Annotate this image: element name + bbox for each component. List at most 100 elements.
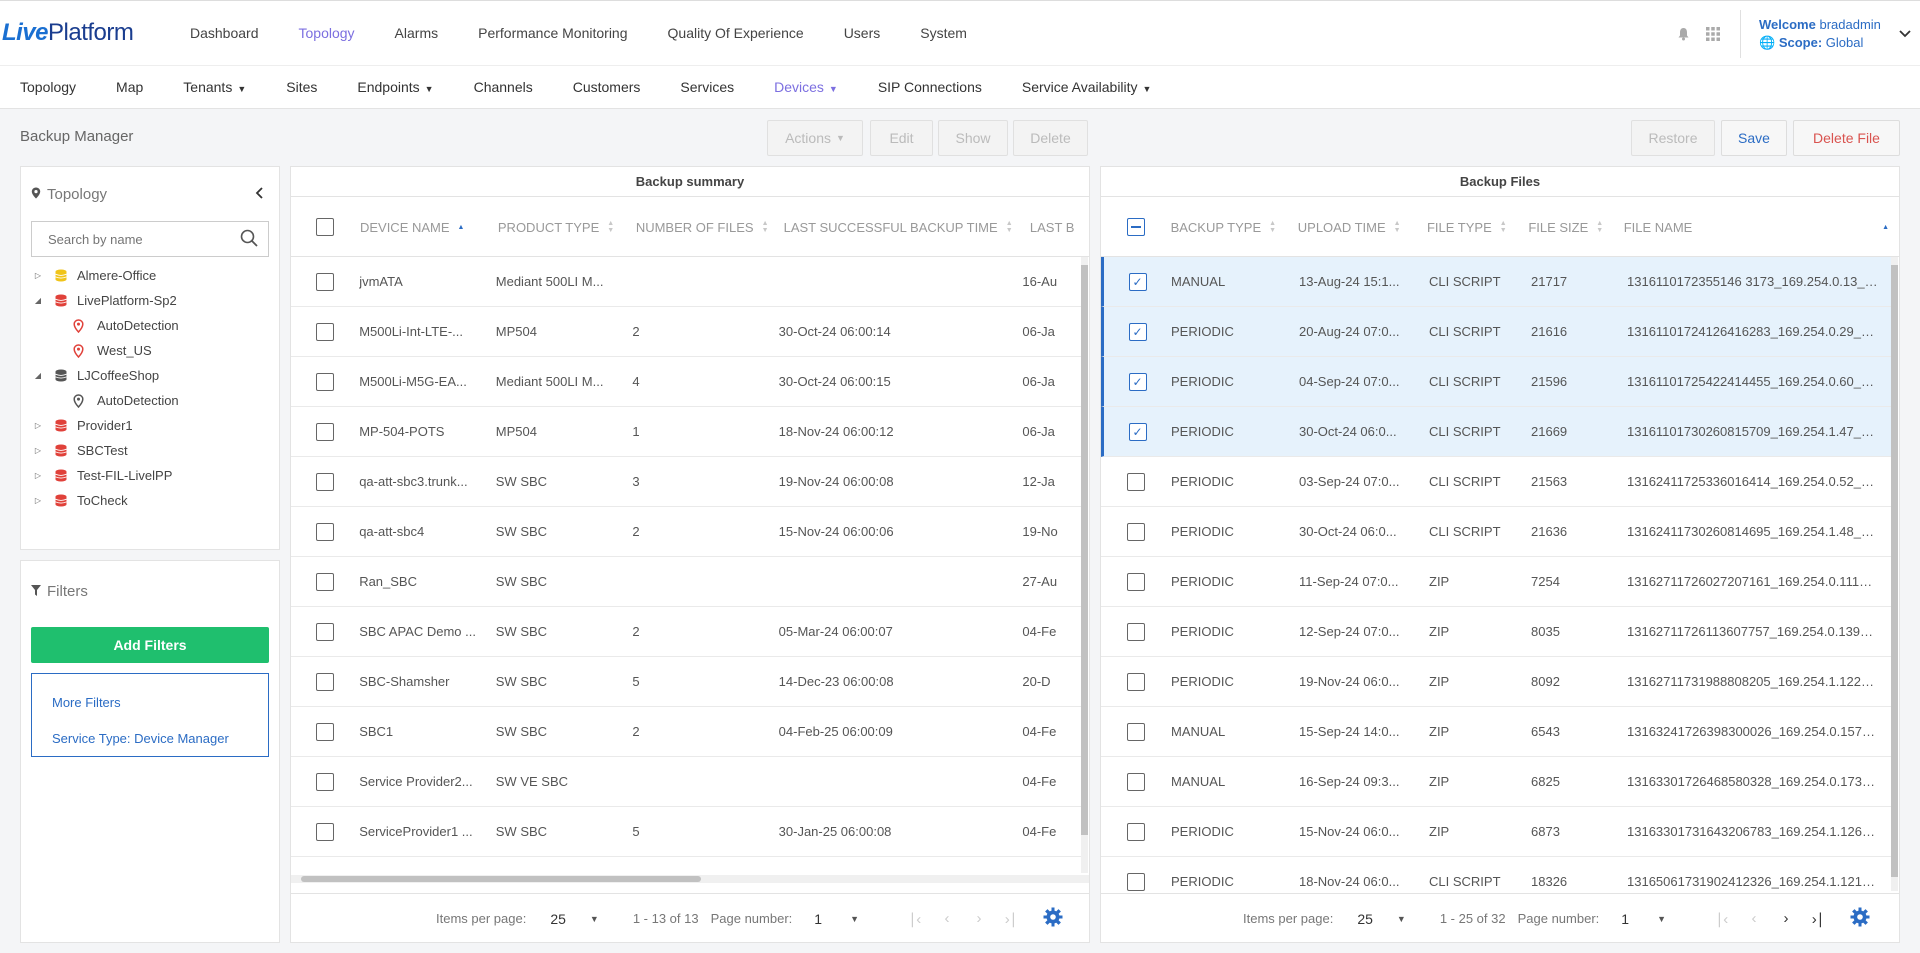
tree-item[interactable]: ▷ Almere-Office xyxy=(21,263,279,288)
collapsed-triangle-icon[interactable]: ▷ xyxy=(31,496,45,505)
nav-item-quality-of-experience[interactable]: Quality Of Experience xyxy=(648,25,824,41)
row-checkbox[interactable] xyxy=(1127,722,1145,741)
tree-item[interactable]: ▷ ToCheck xyxy=(21,488,279,513)
apps-grid-icon[interactable] xyxy=(1698,26,1728,41)
row-checkbox[interactable]: ✓ xyxy=(1128,422,1147,441)
restore-button[interactable]: Restore xyxy=(1631,120,1715,156)
topology-search-input[interactable] xyxy=(48,231,240,247)
delete-file-button[interactable]: Delete File xyxy=(1793,120,1900,156)
row-checkbox[interactable] xyxy=(316,672,335,691)
collapsed-triangle-icon[interactable]: ▷ xyxy=(31,271,45,280)
delete-button[interactable]: Delete xyxy=(1013,120,1088,156)
nav-item-performance-monitoring[interactable]: Performance Monitoring xyxy=(458,25,647,41)
items-per-page-select[interactable]: 25 ▼ xyxy=(550,911,599,927)
row-checkbox[interactable] xyxy=(1127,772,1145,791)
more-filters-link[interactable]: More Filters xyxy=(52,684,248,720)
table-row[interactable]: ServiceProvider1 ... SW SBC 5 30-Jan-25 06:… xyxy=(291,807,1081,857)
table-row[interactable]: PERIODIC 19-Nov-24 06:0... ZIP 8092 13162711… xyxy=(1101,657,1891,707)
nav-item-alarms[interactable]: Alarms xyxy=(375,25,459,41)
prev-page-icon[interactable]: ‹ xyxy=(1738,910,1770,927)
show-button[interactable]: Show xyxy=(938,120,1008,156)
row-checkbox[interactable] xyxy=(316,722,335,741)
edit-button[interactable]: Edit xyxy=(870,120,933,156)
table-row[interactable]: qa-att-sbc4 SW SBC 2 15-Nov-24 06:00:06 19-N… xyxy=(291,507,1081,557)
subnav-item-map[interactable]: Map xyxy=(96,79,163,95)
tree-item[interactable]: AutoDetection xyxy=(21,313,279,338)
nav-item-dashboard[interactable]: Dashboard xyxy=(170,25,279,41)
summary-vertical-scrollbar[interactable] xyxy=(1081,257,1088,873)
row-checkbox[interactable] xyxy=(1127,472,1145,491)
row-checkbox[interactable] xyxy=(1127,522,1145,541)
column-header[interactable]: LAST B xyxy=(1030,220,1089,235)
service-type-filter[interactable]: Service Type: Device Manager xyxy=(52,720,248,756)
row-checkbox[interactable]: ✓ xyxy=(1128,272,1147,291)
tree-item[interactable]: ◢ LJCoffeeShop xyxy=(21,363,279,388)
row-checkbox[interactable] xyxy=(316,472,335,491)
column-header[interactable]: LAST SUCCESSFUL BACKUP TIME ▲ ▼ xyxy=(784,220,1030,235)
row-checkbox[interactable] xyxy=(316,272,335,291)
nav-item-topology[interactable]: Topology xyxy=(279,25,375,41)
files-vertical-scrollbar[interactable] xyxy=(1891,257,1898,891)
sort-icon[interactable]: ▲ ▼ xyxy=(607,220,614,234)
table-row[interactable]: PERIODIC 18-Nov-24 06:0... CLI SCRIPT 18326… xyxy=(1101,857,1891,891)
add-filters-button[interactable]: Add Filters xyxy=(31,627,269,663)
row-checkbox[interactable] xyxy=(316,522,335,541)
first-page-icon[interactable]: ∣‹ xyxy=(899,910,931,928)
table-row[interactable]: PERIODIC 30-Oct-24 06:0... CLI SCRIPT 21636… xyxy=(1101,507,1891,557)
row-checkbox[interactable] xyxy=(316,422,335,441)
actions-button[interactable]: Actions ▼ xyxy=(767,120,863,156)
items-per-page-select[interactable]: 25 ▼ xyxy=(1357,911,1406,927)
row-checkbox[interactable] xyxy=(316,772,335,791)
column-header[interactable]: PRODUCT TYPE ▲ ▼ xyxy=(498,220,636,235)
table-row[interactable]: qa-att-sbc3.trunk... SW SBC 3 19-Nov-24 06:… xyxy=(291,457,1081,507)
row-checkbox[interactable] xyxy=(1127,672,1145,691)
sort-icon[interactable]: ▲ ▼ xyxy=(1500,220,1507,234)
page-number-select[interactable]: 1 ▼ xyxy=(1621,911,1666,927)
subnav-item-tenants[interactable]: Tenants ▼ xyxy=(163,79,266,95)
table-row[interactable]: SBC APAC Demo ... SW SBC 2 05-Mar-24 06:00:… xyxy=(291,607,1081,657)
collapse-chevron-icon[interactable] xyxy=(255,186,263,203)
row-checkbox[interactable] xyxy=(316,572,335,591)
page-number-select[interactable]: 1 ▼ xyxy=(814,911,859,927)
sort-icon[interactable]: ▲ ▼ xyxy=(1006,220,1013,234)
table-row[interactable]: M500Li-M5G-EA... Mediant 500LI M... 4 30-Oc… xyxy=(291,357,1081,407)
column-header[interactable]: FILE TYPE ▲ ▼ xyxy=(1427,220,1528,235)
table-row[interactable]: SBC1 SW SBC 2 04-Feb-25 06:00:09 04-Fe xyxy=(291,707,1081,757)
row-checkbox[interactable] xyxy=(1127,572,1145,591)
select-all-checkbox[interactable] xyxy=(1126,218,1145,236)
last-page-icon[interactable]: ›∣ xyxy=(1802,910,1834,928)
table-row[interactable]: ✓ MANUAL 13-Aug-24 15:1... CLI SCRIPT 21717 1… xyxy=(1101,257,1891,307)
files-vscroll-thumb[interactable] xyxy=(1891,265,1898,877)
table-row[interactable]: MP-504-POTS MP504 1 18-Nov-24 06:00:12 06-Ja xyxy=(291,407,1081,457)
sort-icon[interactable]: ▲ ▼ xyxy=(1596,220,1603,234)
nav-item-system[interactable]: System xyxy=(900,25,987,41)
nav-item-users[interactable]: Users xyxy=(824,25,901,41)
table-row[interactable]: MANUAL 16-Sep-24 09:3... ZIP 6825 1316330172… xyxy=(1101,757,1891,807)
table-row[interactable]: MANUAL 15-Sep-24 14:0... ZIP 6543 1316324172… xyxy=(1101,707,1891,757)
collapsed-triangle-icon[interactable]: ▷ xyxy=(31,421,45,430)
tree-item[interactable]: ◢ LivePlatform-Sp2 xyxy=(21,288,279,313)
sort-icon[interactable]: ▲ ▼ xyxy=(1394,220,1401,234)
column-header[interactable]: FILE SIZE ▲ ▼ xyxy=(1528,220,1623,235)
subnav-item-services[interactable]: Services xyxy=(660,79,754,95)
subnav-item-endpoints[interactable]: Endpoints ▼ xyxy=(337,79,453,95)
tree-item[interactable]: West_US xyxy=(21,338,279,363)
tree-item[interactable]: ▷ Provider1 xyxy=(21,413,279,438)
column-header[interactable]: UPLOAD TIME ▲ ▼ xyxy=(1298,220,1427,235)
row-checkbox[interactable] xyxy=(1127,872,1145,891)
subnav-item-channels[interactable]: Channels xyxy=(454,79,553,95)
table-row[interactable]: M500Li-Int-LTE-... MP504 2 30-Oct-24 06:00:… xyxy=(291,307,1081,357)
expanded-triangle-icon[interactable]: ◢ xyxy=(31,371,45,380)
collapsed-triangle-icon[interactable]: ▷ xyxy=(31,446,45,455)
gear-icon[interactable] xyxy=(1043,907,1063,930)
last-page-icon[interactable]: ›∣ xyxy=(995,910,1027,928)
column-header[interactable]: DEVICE NAME ▲ xyxy=(360,220,498,235)
next-page-icon[interactable]: › xyxy=(963,910,995,927)
expanded-triangle-icon[interactable]: ◢ xyxy=(31,296,45,305)
gear-icon[interactable] xyxy=(1850,907,1870,930)
table-row[interactable]: ✓ PERIODIC 04-Sep-24 07:0... CLI SCRIPT 2159… xyxy=(1101,357,1891,407)
row-checkbox[interactable] xyxy=(316,622,335,641)
table-row[interactable]: Service Provider2... SW VE SBC 04-Fe xyxy=(291,757,1081,807)
table-row[interactable]: Ran_SBC SW SBC 27-Au xyxy=(291,557,1081,607)
table-row[interactable]: ✓ PERIODIC 20-Aug-24 07:0... CLI SCRIPT 2161… xyxy=(1101,307,1891,357)
